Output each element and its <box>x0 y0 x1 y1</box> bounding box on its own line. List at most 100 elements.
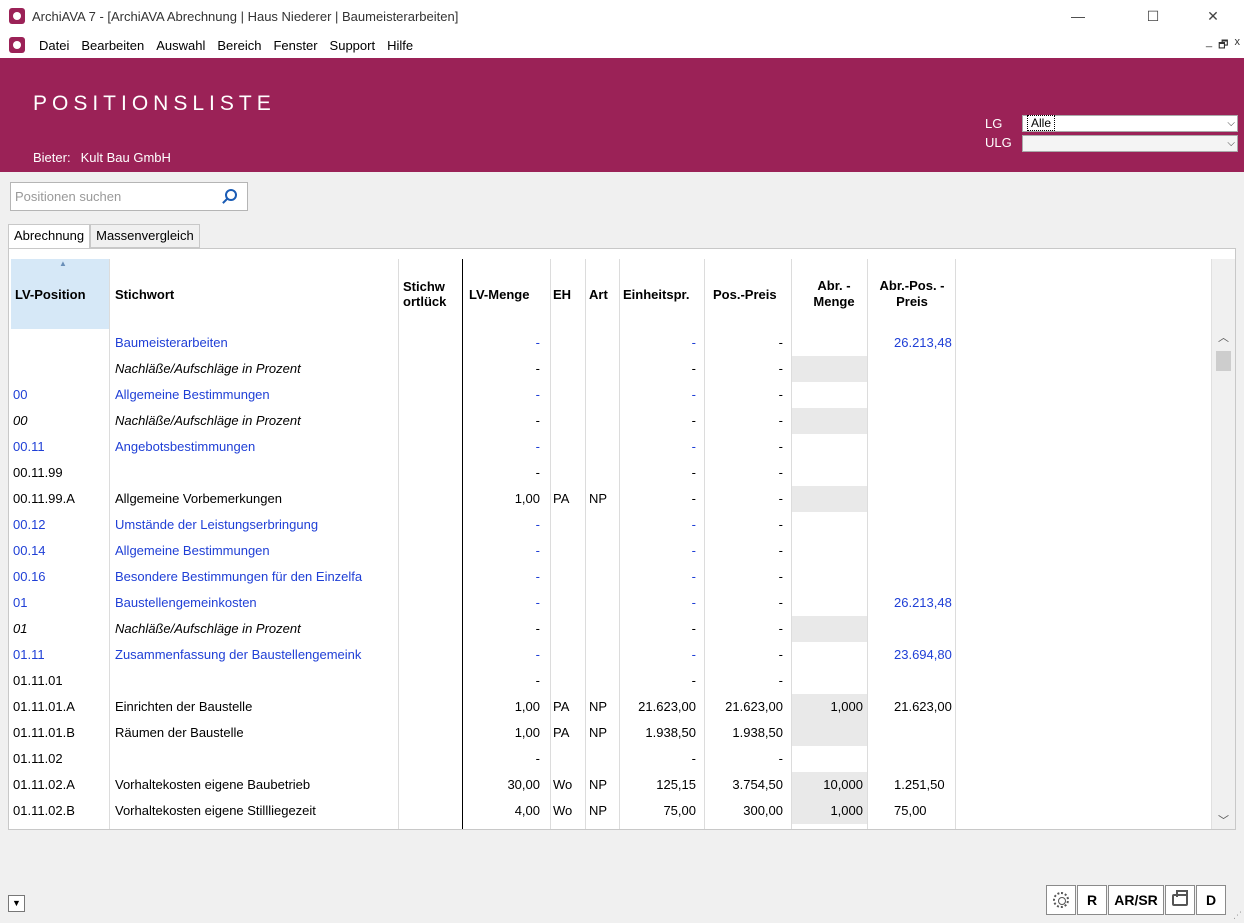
table-row[interactable]: 01.11 Zusammenfassung der Baustellengemei… <box>9 642 1211 668</box>
menu-bereich[interactable]: Bereich <box>211 38 267 53</box>
mdi-restore-button[interactable]: 🗗 <box>1218 36 1228 55</box>
cell-eh: PA <box>553 491 570 506</box>
lg-select[interactable]: Alle ⌵ <box>1022 115 1238 132</box>
menu-fenster[interactable]: Fenster <box>267 38 323 53</box>
d-button[interactable]: D <box>1196 885 1226 915</box>
close-button[interactable]: ✕ <box>1190 0 1236 32</box>
cell-stichwort: Einrichten der Baustelle <box>115 699 253 714</box>
cell-pos-preis: - <box>778 413 783 428</box>
table-row[interactable]: 00.16 Besondere Bestimmungen für den Einz… <box>9 564 1211 590</box>
cell-pos-preis: - <box>778 439 783 454</box>
col-einheitspr[interactable]: Einheitspr. <box>623 259 703 329</box>
table-row[interactable]: 00 Allgemeine Bestimmungen - - - <box>9 382 1211 408</box>
col-abr-pos-preis[interactable]: Abr.-Pos. -Preis <box>871 259 953 329</box>
cell-art: NP <box>589 699 608 714</box>
menu-bearbeiten[interactable]: Bearbeiten <box>75 38 150 53</box>
cell-pos-preis: - <box>778 387 783 402</box>
scroll-down-icon[interactable]: ﹀ <box>1218 812 1229 828</box>
table-row[interactable]: 01.11.01.B Räumen der Baustelle 1,00 PA NP 1.… <box>9 720 1211 746</box>
search-icon[interactable] <box>225 189 237 201</box>
cell-stichwort <box>115 668 395 694</box>
cell-lv-position <box>13 356 107 382</box>
scroll-thumb[interactable] <box>1216 351 1231 371</box>
cell-eh <box>553 356 583 382</box>
maximize-button[interactable]: ☐ <box>1130 0 1176 32</box>
cell-lv-menge: - <box>535 647 540 662</box>
cell-art <box>589 382 617 408</box>
app-icon <box>9 8 25 24</box>
col-abr-menge[interactable]: Abr. -Menge <box>799 259 869 329</box>
mdi-controls: _ 🗗 x <box>1206 36 1240 55</box>
cell-art: NP <box>589 803 608 818</box>
bottom-dropdown-button[interactable]: ▼ <box>8 895 25 912</box>
table-row[interactable]: 00.11 Angebotsbestimmungen - - - <box>9 434 1211 460</box>
table-row[interactable]: 00.12 Umstände der Leistungserbringung - - - <box>9 512 1211 538</box>
settings-button[interactable] <box>1046 885 1076 915</box>
cell-pos-preis: - <box>778 569 783 584</box>
cell-einheitspr: 1.938,50 <box>645 725 696 740</box>
ulg-select[interactable]: ⌵ <box>1022 135 1238 152</box>
cell-pos-preis: - <box>778 595 783 610</box>
tab-massenvergleich[interactable]: Massenvergleich <box>90 224 200 248</box>
cell-abr-menge: 1,000 <box>792 798 867 824</box>
cell-abr-pos-preis: 1.251,50 <box>894 777 945 792</box>
cell-lv-menge: 4,00 <box>514 803 540 818</box>
cell-abr-pos-preis: 26.213,48 <box>894 335 952 350</box>
cell-einheitspr: - <box>691 465 696 480</box>
print-button[interactable] <box>1165 885 1195 915</box>
document-icon[interactable] <box>9 37 25 53</box>
table-row[interactable]: 01.11.01 - - - <box>9 668 1211 694</box>
mdi-minimize-button[interactable]: _ <box>1206 36 1212 55</box>
scroll-up-icon[interactable]: ︿ <box>1218 329 1229 345</box>
cell-eh <box>553 408 583 434</box>
minimize-button[interactable]: — <box>1055 0 1101 32</box>
table-row[interactable]: Baumeisterarbeiten - - - 26.213,48 <box>9 330 1211 356</box>
cell-art <box>589 408 617 434</box>
cell-einheitspr: - <box>691 335 696 350</box>
tab-abrechnung[interactable]: Abrechnung <box>8 224 91 250</box>
menu-datei[interactable]: Datei <box>33 38 75 53</box>
table-row[interactable]: 01.11.01.A Einrichten der Baustelle 1,00 PA… <box>9 694 1211 720</box>
table-row[interactable]: 00.11.99 - - - <box>9 460 1211 486</box>
table-row[interactable]: 00 Nachläße/Aufschläge in Prozent - - - <box>9 408 1211 434</box>
col-lv-position[interactable]: ▲ LV-Position <box>11 259 109 329</box>
col-eh[interactable]: EH <box>553 259 583 329</box>
col-stichwortlueck[interactable]: Stichw ortlück <box>403 259 459 329</box>
cell-einheitspr: - <box>691 361 696 376</box>
cell-abr-pos-preis <box>868 382 953 408</box>
resize-grip-icon[interactable]: ⋰ <box>1233 910 1242 921</box>
vertical-scrollbar[interactable]: ︿ ﹀ <box>1211 259 1235 829</box>
ulg-label: ULG <box>985 135 1012 150</box>
col-art[interactable]: Art <box>589 259 619 329</box>
table-row[interactable]: 01.11.02.A Vorhaltekosten eigene Baubetri… <box>9 772 1211 798</box>
cell-lv-menge: - <box>535 335 540 350</box>
table-row[interactable]: 00.11.99.A Allgemeine Vorbemerkungen 1,00 P… <box>9 486 1211 512</box>
menu-auswahl[interactable]: Auswahl <box>150 38 211 53</box>
cell-stichwort <box>115 460 395 486</box>
cell-lv-position: 00.16 <box>13 569 46 584</box>
cell-stichwort: Baustellengemeinkosten <box>115 595 257 610</box>
table-row[interactable]: 01.11.02 - - - <box>9 746 1211 772</box>
menu-hilfe[interactable]: Hilfe <box>381 38 419 53</box>
cell-art <box>589 616 617 642</box>
col-lv-menge[interactable]: LV-Menge <box>469 259 549 329</box>
cell-art <box>589 590 617 616</box>
table-row[interactable]: 01.11.02.B Vorhaltekosten eigene Stilllie… <box>9 798 1211 824</box>
cell-abr-menge <box>792 564 867 590</box>
table-row[interactable]: 00.14 Allgemeine Bestimmungen - - - <box>9 538 1211 564</box>
table-row[interactable]: 01 Baustellengemeinkosten - - - 26.213,48 <box>9 590 1211 616</box>
cell-einheitspr: - <box>691 517 696 532</box>
title-bar: ArchiAVA 7 - [ArchiAVA Abrechnung | Haus… <box>0 0 1244 32</box>
col-stichwort[interactable]: Stichwort <box>115 259 395 329</box>
search-input[interactable] <box>11 183 211 210</box>
cell-abr-menge <box>792 382 867 408</box>
menu-support[interactable]: Support <box>324 38 382 53</box>
cell-pos-preis: 1.938,50 <box>732 725 783 740</box>
mdi-close-button[interactable]: x <box>1235 36 1241 55</box>
page-title: POSITIONSLISTE <box>33 92 276 115</box>
table-row[interactable]: 01 Nachläße/Aufschläge in Prozent - - - <box>9 616 1211 642</box>
arsr-button[interactable]: AR/SR <box>1108 885 1164 915</box>
r-button[interactable]: R <box>1077 885 1107 915</box>
table-row[interactable]: Nachläße/Aufschläge in Prozent - - - <box>9 356 1211 382</box>
col-pos-preis[interactable]: Pos.-Preis <box>713 259 789 329</box>
